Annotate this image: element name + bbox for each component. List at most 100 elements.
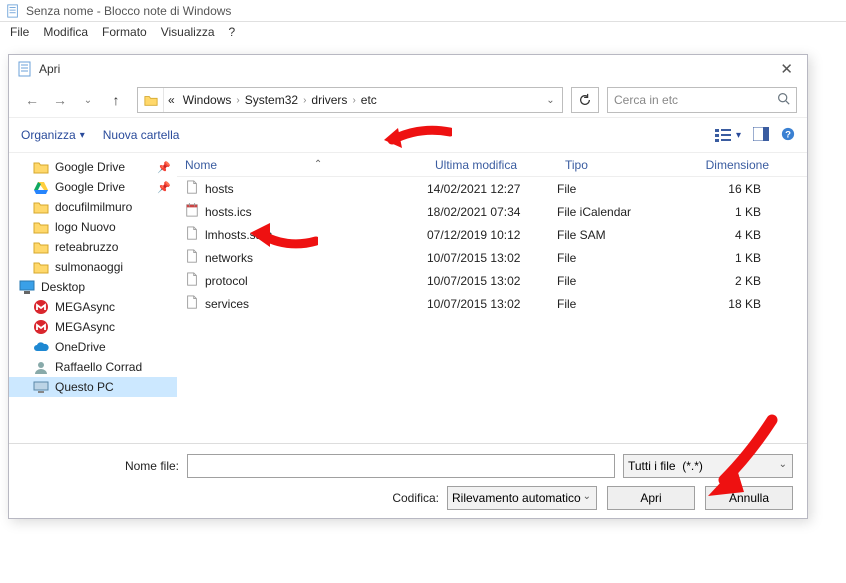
up-button[interactable]: ↑: [103, 87, 129, 113]
tree-item[interactable]: Raffaello Corrad: [9, 357, 177, 377]
file-type: File iCalendar: [557, 205, 677, 219]
file-modified: 10/07/2015 13:02: [427, 297, 557, 311]
column-modified[interactable]: Ultima modifica: [427, 158, 557, 172]
mega-icon: [33, 320, 49, 334]
folder-icon: [33, 240, 49, 254]
breadcrumb-etc[interactable]: etc: [357, 93, 381, 107]
notepad-icon: [6, 4, 20, 18]
column-size[interactable]: Dimensione: [677, 158, 777, 172]
tree-item[interactable]: Google Drive 📌: [9, 177, 177, 197]
address-bar[interactable]: « Windows› System32› drivers› etc ⌄: [137, 87, 563, 113]
new-folder-button[interactable]: Nuova cartella: [103, 128, 180, 142]
encoding-select[interactable]: [447, 486, 597, 510]
file-size: 4 KB: [677, 228, 777, 242]
tree-item[interactable]: MEGAsync: [9, 317, 177, 337]
tree-item-label: MEGAsync: [55, 300, 115, 314]
gdrive-icon: [33, 180, 49, 194]
cancel-button[interactable]: Annulla: [705, 486, 793, 510]
open-button[interactable]: Apri: [607, 486, 695, 510]
tree-item[interactable]: logo Nuovo: [9, 217, 177, 237]
file-size: 2 KB: [677, 274, 777, 288]
toolbar: Organizza▾ Nuova cartella ▾ ?: [9, 117, 807, 153]
breadcrumb-drivers[interactable]: drivers: [307, 93, 351, 107]
dialog-title-bar: Apri ✕: [9, 55, 807, 83]
tree-item-label: Raffaello Corrad: [55, 360, 142, 374]
file-row[interactable]: protocol10/07/2015 13:02File2 KB: [177, 269, 807, 292]
back-button[interactable]: ←: [19, 87, 45, 113]
pc-icon: [33, 380, 49, 394]
preview-pane-button[interactable]: [753, 127, 769, 144]
breadcrumb-system32[interactable]: System32: [241, 93, 302, 107]
file-modified: 07/12/2019 10:12: [427, 228, 557, 242]
breadcrumb-windows[interactable]: Windows: [179, 93, 236, 107]
tree-item[interactable]: Questo PC: [9, 377, 177, 397]
file-row[interactable]: lmhosts.sam07/12/2019 10:12File SAM4 KB: [177, 223, 807, 246]
open-dialog: Apri ✕ ← → ⌄ ↑ « Windows› System32› driv…: [8, 54, 808, 519]
file-row[interactable]: hosts 14/02/2021 12:27File16 KB: [177, 177, 807, 200]
tree-item-label: Questo PC: [55, 380, 114, 394]
search-placeholder: Cerca in etc: [614, 93, 678, 107]
tree-item-label: Google Drive: [55, 180, 125, 194]
file-row[interactable]: hosts.ics18/02/2021 07:34File iCalendar1…: [177, 200, 807, 223]
menu-format[interactable]: Formato: [102, 25, 147, 39]
file-size: 16 KB: [677, 182, 777, 196]
notepad-icon: [17, 61, 33, 77]
tree-item[interactable]: Google Drive📌: [9, 157, 177, 177]
menu-view[interactable]: Visualizza: [161, 25, 215, 39]
view-options-button[interactable]: ▾: [715, 128, 741, 142]
file-name: services: [205, 297, 249, 311]
filename-input[interactable]: [187, 454, 615, 478]
tree-item-label: sulmonaoggi: [55, 260, 123, 274]
breadcrumb-prefix[interactable]: «: [164, 93, 179, 107]
tree-item[interactable]: Desktop: [9, 277, 177, 297]
folder-tree[interactable]: Google Drive📌Google Drive📌docufilmilmuro…: [9, 153, 177, 443]
filename-label: Nome file:: [125, 459, 179, 473]
svg-text:?: ?: [785, 129, 791, 140]
file-icon: [185, 203, 199, 220]
mega-icon: [33, 300, 49, 314]
notepad-menu-bar: File Modifica Formato Visualizza ?: [0, 22, 846, 42]
onedrive-icon: [33, 340, 49, 354]
organize-button[interactable]: Organizza▾: [21, 128, 85, 142]
tree-item[interactable]: docufilmilmuro: [9, 197, 177, 217]
user-icon: [33, 360, 49, 374]
file-size: 1 KB: [677, 205, 777, 219]
tree-item[interactable]: OneDrive: [9, 337, 177, 357]
file-row[interactable]: networks10/07/2015 13:02File1 KB: [177, 246, 807, 269]
notepad-title-text: Senza nome - Blocco note di Windows: [26, 4, 231, 18]
file-type: File: [557, 251, 677, 265]
search-input[interactable]: Cerca in etc: [607, 87, 797, 113]
column-type[interactable]: Tipo: [557, 158, 677, 172]
menu-help[interactable]: ?: [229, 25, 236, 39]
recent-dropdown[interactable]: ⌄: [75, 87, 101, 113]
file-size: 18 KB: [677, 297, 777, 311]
file-row[interactable]: services10/07/2015 13:02File18 KB: [177, 292, 807, 315]
file-name: hosts: [205, 182, 234, 196]
column-name[interactable]: Nome⌃: [177, 158, 427, 172]
menu-file[interactable]: File: [10, 25, 29, 39]
tree-item[interactable]: MEGAsync: [9, 297, 177, 317]
help-button[interactable]: ?: [781, 127, 795, 144]
menu-edit[interactable]: Modifica: [43, 25, 88, 39]
address-dropdown[interactable]: ⌄: [538, 88, 562, 112]
refresh-button[interactable]: [571, 87, 599, 113]
file-icon: [185, 249, 199, 266]
file-type: File: [557, 182, 677, 196]
chevron-down-icon: ▾: [80, 130, 85, 141]
file-modified: 14/02/2021 12:27: [427, 182, 557, 196]
file-list: Nome⌃ Ultima modifica Tipo Dimensione ho…: [177, 153, 807, 443]
folder-icon: [33, 200, 49, 214]
pin-icon: 📌: [157, 181, 171, 194]
close-icon[interactable]: ✕: [774, 60, 799, 78]
tree-item-label: reteabruzzo: [55, 240, 118, 254]
tree-item[interactable]: reteabruzzo: [9, 237, 177, 257]
folder-icon: [138, 88, 164, 112]
file-icon: [185, 226, 199, 243]
tree-item[interactable]: sulmonaoggi: [9, 257, 177, 277]
tree-item-label: OneDrive: [55, 340, 106, 354]
tree-item-label: logo Nuovo: [55, 220, 116, 234]
file-modified: 10/07/2015 13:02: [427, 251, 557, 265]
file-filter-select[interactable]: [623, 454, 793, 478]
forward-button[interactable]: →: [47, 87, 73, 113]
sort-asc-icon: ⌃: [314, 159, 322, 170]
